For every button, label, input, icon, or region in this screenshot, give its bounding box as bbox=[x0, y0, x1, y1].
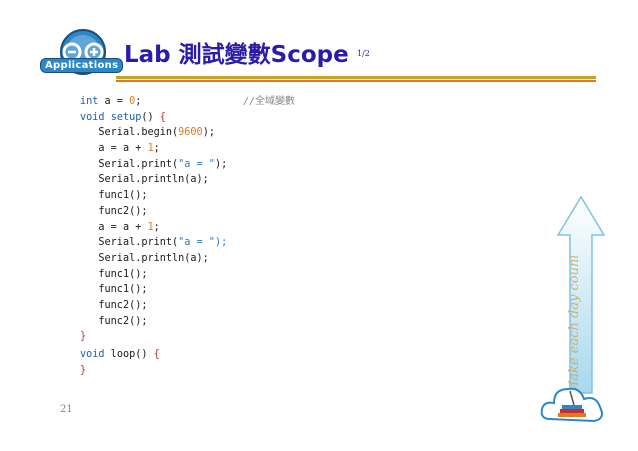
code-line: func1(); bbox=[98, 284, 148, 296]
code-line: func1(); bbox=[98, 190, 148, 202]
page-title: Lab 測試變數Scope bbox=[124, 42, 349, 68]
code-line: Serial.print("a = "); bbox=[98, 237, 228, 249]
code-line: Serial.print("a = "); bbox=[98, 158, 228, 170]
page-number: 21 bbox=[60, 404, 73, 415]
title-rule-gold bbox=[116, 76, 596, 79]
code-line: int a = 0; bbox=[80, 96, 142, 107]
code-comment: //全域變數 bbox=[243, 96, 296, 107]
svg-text:Make each day count: Make each day count bbox=[568, 256, 582, 395]
logo-text: Applications bbox=[40, 58, 124, 73]
code-line: func2(); bbox=[98, 205, 148, 217]
page-indicator: 1/2 bbox=[357, 49, 370, 58]
title-rule-orange bbox=[116, 80, 596, 82]
code-line: Serial.println(a); bbox=[98, 252, 209, 264]
code-line: func2(); bbox=[98, 315, 148, 327]
code-line: func1(); bbox=[98, 268, 148, 280]
code-line: } bbox=[80, 331, 87, 343]
motto-text: Make each day count bbox=[568, 256, 582, 395]
code-block: int a = 0; void setup() { Serial.begin(96… bbox=[80, 94, 227, 378]
cloud-books-icon bbox=[540, 387, 603, 423]
code-line: func2(); bbox=[98, 299, 148, 311]
code-line: void loop() { bbox=[80, 349, 160, 360]
code-line: void setup() { bbox=[80, 111, 166, 123]
code-line: Serial.println(a); bbox=[98, 174, 209, 186]
code-line: } bbox=[80, 364, 87, 376]
code-line: a = a + 1; bbox=[98, 221, 160, 233]
code-line: Serial.begin(9600); bbox=[98, 127, 215, 139]
code-line: a = a + 1; bbox=[98, 143, 160, 155]
